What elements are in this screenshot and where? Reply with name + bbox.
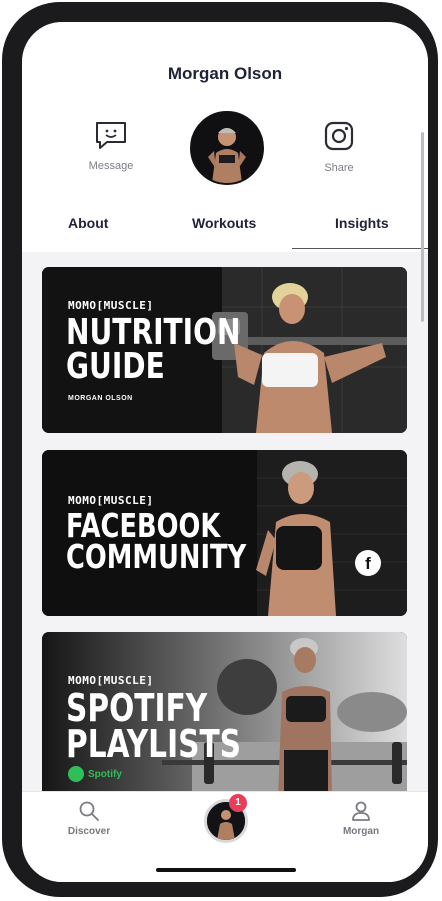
message-label: Message — [88, 160, 134, 172]
active-tab-indicator — [292, 248, 428, 249]
profile-tabs: About Workouts Insights — [22, 215, 428, 241]
headline-line: GUIDE — [66, 346, 165, 388]
bottom-navigation: Discover 1 Morgan — [22, 791, 428, 882]
spotify-badge: Spotify — [68, 766, 122, 782]
app-screen: Morgan Olson Message Share About Workout… — [22, 22, 428, 882]
home-indicator[interactable] — [156, 868, 296, 872]
facebook-icon: f — [355, 550, 381, 576]
instagram-icon — [324, 121, 354, 151]
search-icon — [79, 801, 99, 821]
scrollbar[interactable] — [421, 132, 424, 322]
card-subtitle: MORGAN OLSON — [68, 395, 133, 402]
facebook-community-card[interactable]: MOMO[MUSCLE] FACEBOOK COMMUNITY f — [42, 450, 407, 616]
nav-profile-label: Morgan — [342, 826, 380, 837]
headline-line: SPOTIFY — [66, 686, 208, 730]
card-headline: FACEBOOK COMMUNITY — [66, 509, 247, 577]
tab-workouts[interactable]: Workouts — [192, 215, 256, 231]
nav-discover[interactable]: Discover — [44, 800, 134, 837]
profile-photo — [192, 113, 262, 183]
card-headline: NUTRITION GUIDE — [66, 312, 241, 388]
tab-about[interactable]: About — [68, 215, 108, 231]
page-title: Morgan Olson — [167, 64, 283, 83]
headline-line: PLAYLISTS — [66, 722, 242, 767]
message-smile-icon — [96, 122, 126, 149]
brand-logo-text: MOMO[MUSCLE] — [68, 299, 154, 312]
card-headline: SPOTIFY PLAYLISTS — [66, 686, 242, 767]
spotify-playlists-card[interactable]: MOMO[MUSCLE] SPOTIFY PLAYLISTS Spotify — [42, 632, 407, 798]
share-button[interactable]: Share — [294, 120, 384, 174]
spotify-icon — [68, 766, 84, 782]
headline-line: COMMUNITY — [66, 537, 247, 577]
message-button[interactable]: Message — [66, 120, 156, 172]
profile-header: Morgan Olson Message Share About Workout… — [22, 22, 428, 252]
user-icon — [352, 801, 370, 821]
tab-insights[interactable]: Insights — [335, 215, 389, 231]
notification-badge: 1 — [229, 794, 247, 812]
profile-avatar[interactable] — [190, 111, 264, 185]
phone-frame: Morgan Olson Message Share About Workout… — [2, 2, 438, 897]
nav-discover-label: Discover — [67, 826, 111, 837]
nav-profile[interactable]: Morgan — [316, 800, 406, 837]
headline-line: NUTRITION — [66, 312, 241, 353]
spotify-label: Spotify — [88, 768, 122, 780]
share-label: Share — [324, 162, 354, 174]
nutrition-guide-card[interactable]: MOMO[MUSCLE] NUTRITION GUIDE MORGAN OLSO… — [42, 267, 407, 433]
